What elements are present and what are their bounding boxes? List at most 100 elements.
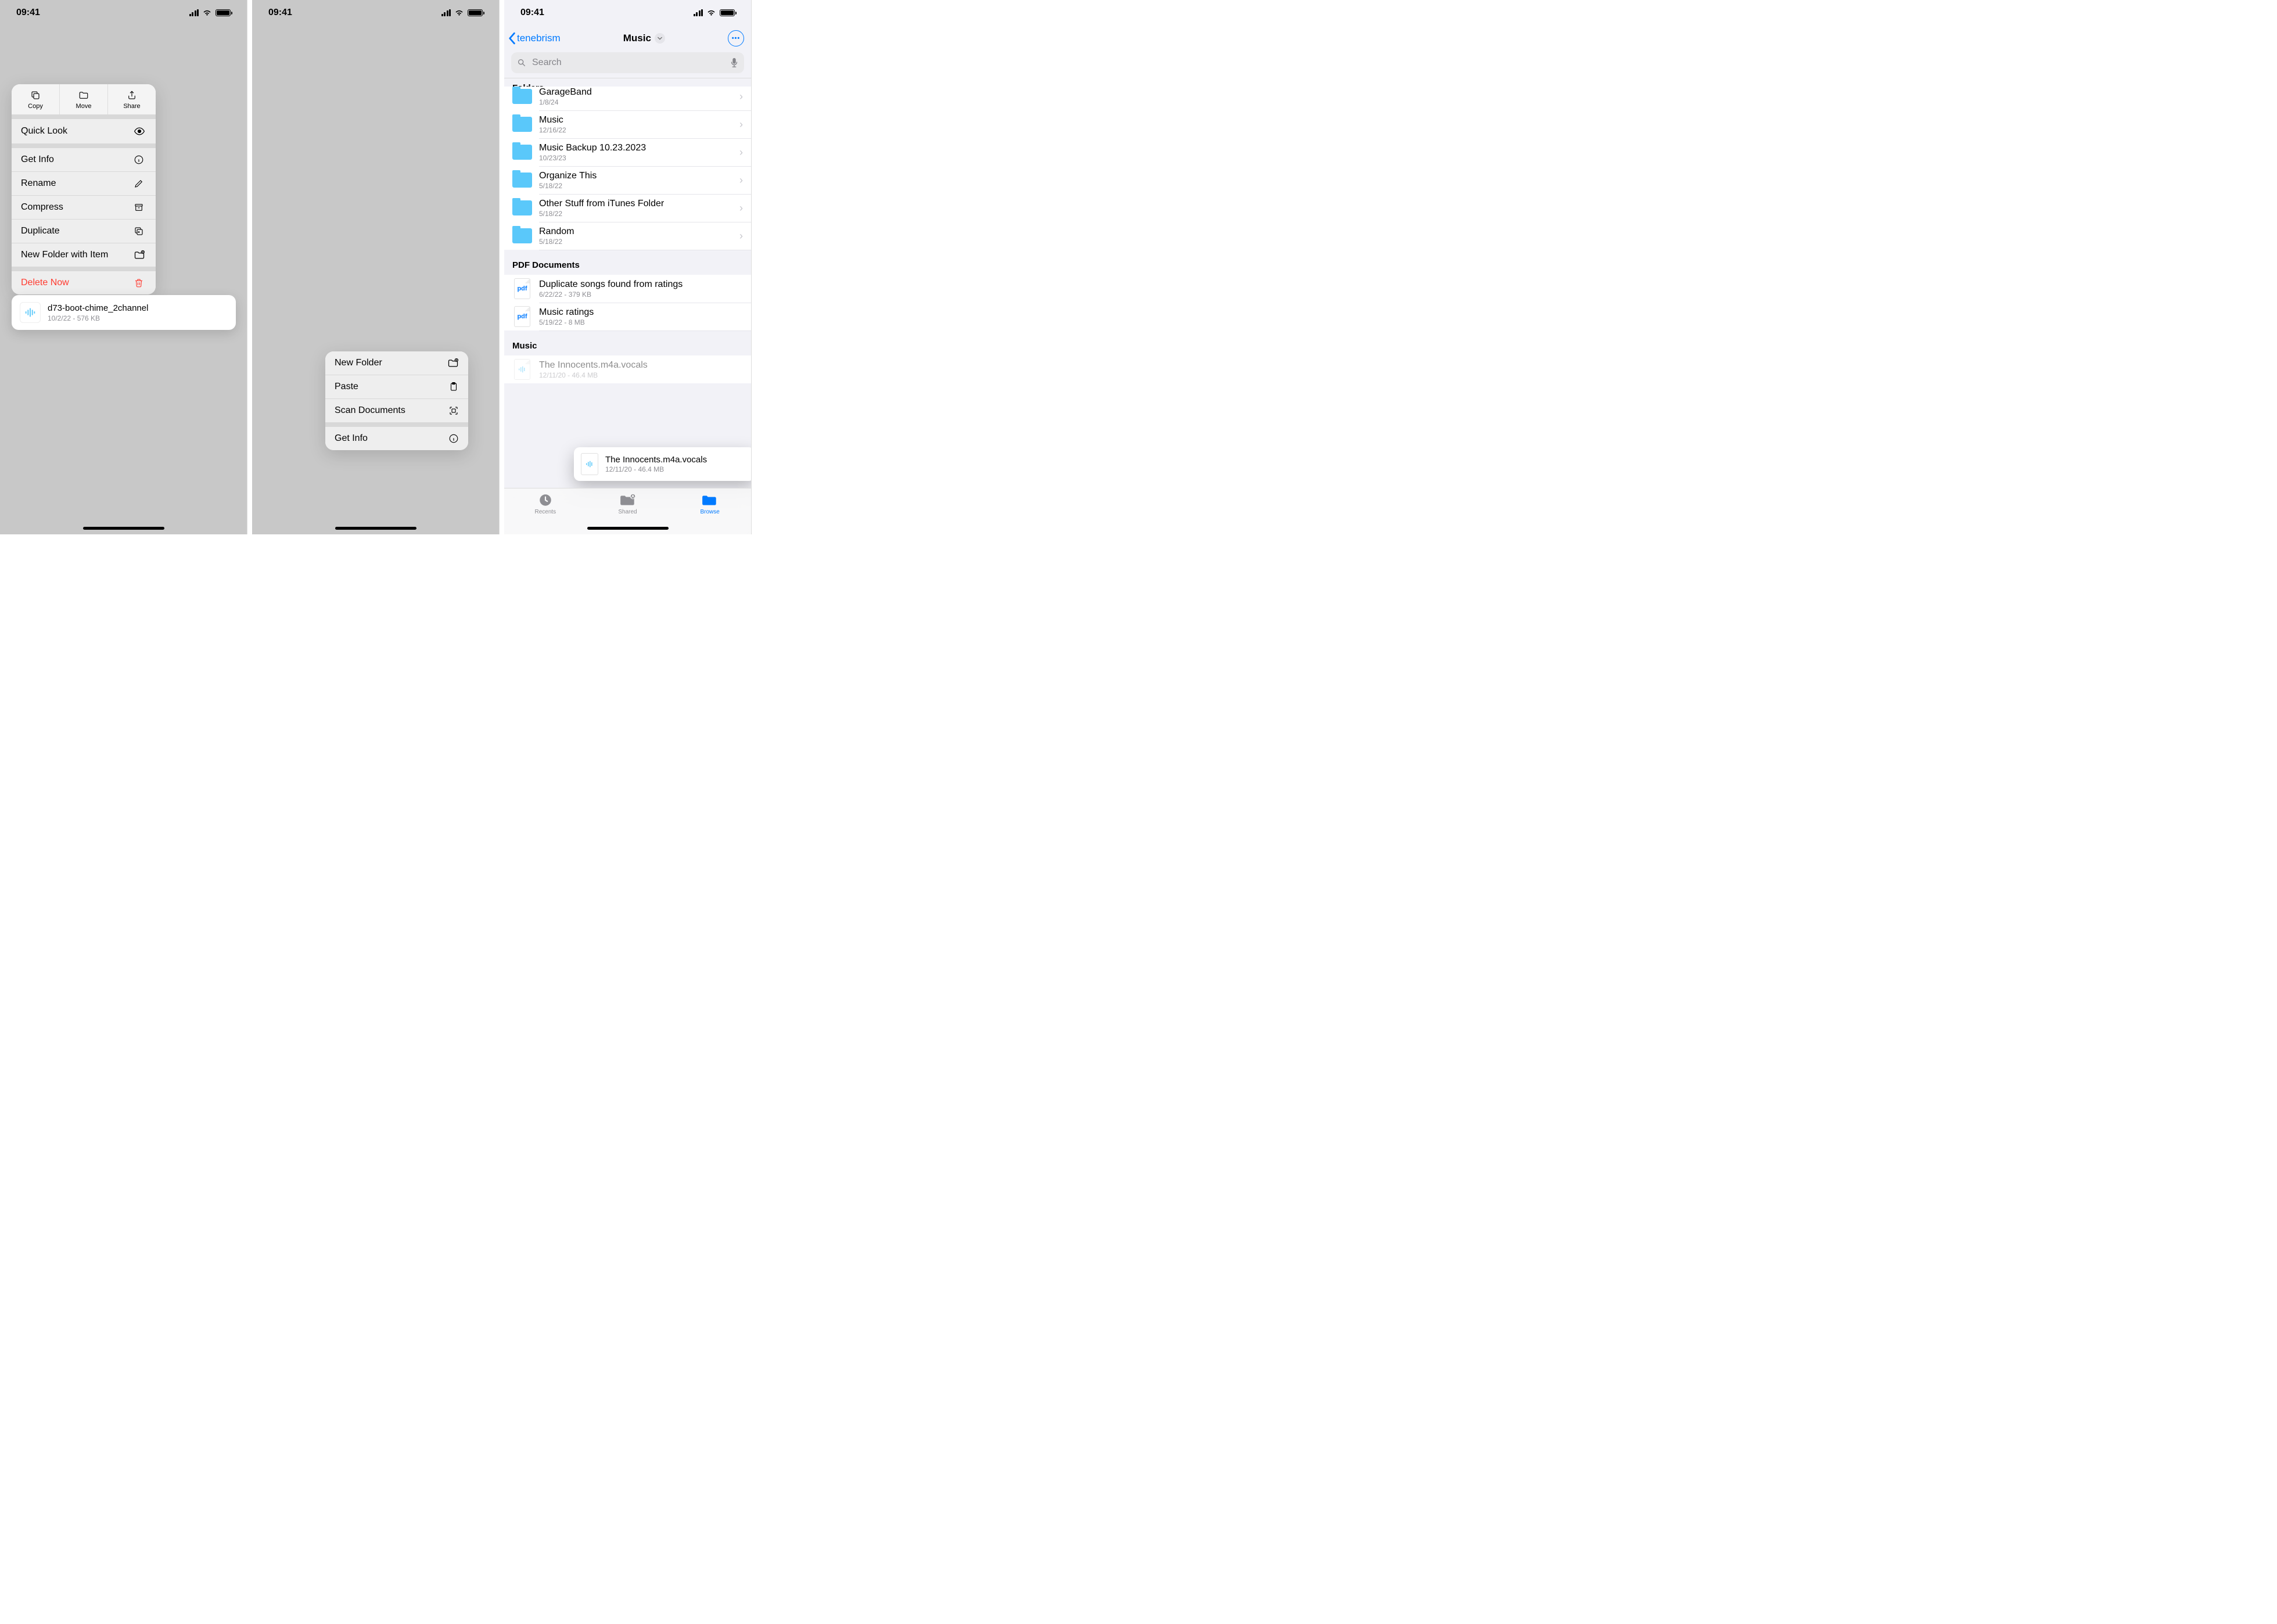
file-name: Duplicate songs found from ratings bbox=[539, 279, 743, 290]
home-indicator[interactable] bbox=[335, 527, 416, 530]
nav-title[interactable]: Music bbox=[623, 33, 665, 44]
back-label: tenebrism bbox=[517, 33, 561, 44]
rename-item[interactable]: Rename bbox=[12, 171, 156, 195]
info-icon bbox=[134, 155, 146, 165]
cellular-icon bbox=[694, 9, 703, 16]
get-info-label: Get Info bbox=[335, 433, 368, 444]
nav-bar: tenebrism Music ••• bbox=[504, 26, 751, 51]
share-label: Share bbox=[123, 103, 140, 110]
dragged-file-card[interactable]: The Innocents.m4a.vocals 12/11/20 - 46.4… bbox=[574, 447, 752, 481]
folder-icon bbox=[512, 226, 532, 246]
duplicate-item[interactable]: Duplicate bbox=[12, 219, 156, 243]
quick-look-item[interactable]: Quick Look bbox=[12, 118, 156, 143]
back-button[interactable]: tenebrism bbox=[508, 32, 561, 45]
music-list[interactable]: The Innocents.m4a.vocals 12/11/20 - 46.4… bbox=[504, 355, 751, 383]
folder-row[interactable]: GarageBand 1/8/24 › bbox=[504, 87, 751, 110]
search-bar[interactable] bbox=[511, 52, 744, 73]
folder-date: 1/8/24 bbox=[539, 98, 730, 106]
share-button[interactable]: Share bbox=[108, 84, 156, 114]
folder-icon bbox=[512, 114, 532, 134]
get-info-item[interactable]: Get Info bbox=[325, 426, 468, 450]
status-bar: 09:41 bbox=[252, 0, 499, 26]
search-input[interactable] bbox=[531, 57, 726, 69]
file-row[interactable]: pdf Music ratings 5/19/22 - 8 MB bbox=[504, 303, 751, 330]
wifi-icon bbox=[202, 9, 212, 16]
context-toolbar: Copy Move Share bbox=[12, 84, 156, 114]
get-info-label: Get Info bbox=[21, 155, 54, 165]
quick-look-label: Quick Look bbox=[21, 126, 67, 136]
get-info-item[interactable]: Get Info bbox=[12, 148, 156, 171]
move-button[interactable]: Move bbox=[60, 84, 108, 114]
folder-row[interactable]: Random 5/18/22 › bbox=[504, 222, 751, 250]
chevron-left-icon bbox=[508, 32, 516, 45]
status-time: 09:41 bbox=[268, 8, 292, 18]
folder-name: GarageBand bbox=[539, 87, 730, 98]
file-name: Music ratings bbox=[539, 307, 743, 318]
folder-name: Music Backup 10.23.2023 bbox=[539, 143, 730, 153]
drag-file-meta: 12/11/20 - 46.4 MB bbox=[605, 465, 707, 473]
chevron-right-icon: › bbox=[737, 91, 743, 103]
tab-label: Browse bbox=[701, 509, 720, 515]
empty-area-context-menu: New Folder Paste Scan Documents Get Info bbox=[325, 351, 468, 450]
delete-now-item[interactable]: Delete Now bbox=[12, 271, 156, 294]
folder-icon bbox=[512, 87, 532, 106]
tab-label: Shared bbox=[618, 509, 637, 515]
screenshot-files-browser: 09:41 tenebrism Music ••• Folders bbox=[504, 0, 752, 534]
file-name: d73-boot-chime_2channel bbox=[48, 303, 148, 313]
pdf-list[interactable]: pdf Duplicate songs found from ratings 6… bbox=[504, 275, 751, 330]
status-indicators bbox=[694, 9, 735, 16]
clipboard-icon bbox=[448, 382, 459, 392]
file-context-menu: Copy Move Share Quick Look bbox=[12, 84, 156, 294]
new-folder-with-item-label: New Folder with Item bbox=[21, 250, 108, 260]
new-folder-with-item[interactable]: New Folder with Item bbox=[12, 243, 156, 267]
folder-date: 12/16/22 bbox=[539, 126, 730, 134]
folder-icon bbox=[512, 170, 532, 190]
pdf-file-icon: pdf bbox=[512, 307, 532, 326]
new-folder-item[interactable]: New Folder bbox=[325, 351, 468, 375]
file-meta: 10/2/22 - 576 KB bbox=[48, 314, 148, 322]
selected-file-card[interactable]: d73-boot-chime_2channel 10/2/22 - 576 KB bbox=[12, 295, 236, 330]
battery-icon bbox=[468, 9, 483, 16]
chevron-down-icon bbox=[655, 33, 665, 44]
chevron-right-icon: › bbox=[737, 146, 743, 159]
move-label: Move bbox=[76, 103, 92, 110]
chevron-right-icon: › bbox=[737, 230, 743, 242]
folder-plus-icon bbox=[134, 250, 146, 260]
file-meta: 12/11/20 - 46.4 MB bbox=[539, 371, 743, 379]
wifi-icon bbox=[706, 9, 716, 16]
folders-list[interactable]: GarageBand 1/8/24 › Music 12/16/22 › Mus… bbox=[504, 87, 751, 250]
clock-icon bbox=[538, 493, 553, 507]
audio-file-icon bbox=[581, 453, 598, 475]
folder-row[interactable]: Music Backup 10.23.2023 10/23/23 › bbox=[504, 138, 751, 166]
file-row[interactable]: pdf Duplicate songs found from ratings 6… bbox=[504, 275, 751, 303]
folder-row[interactable]: Music 12/16/22 › bbox=[504, 110, 751, 138]
paste-item[interactable]: Paste bbox=[325, 375, 468, 398]
trash-icon bbox=[134, 278, 146, 288]
home-indicator[interactable] bbox=[587, 527, 669, 530]
audio-file-icon bbox=[512, 360, 532, 379]
copy-button[interactable]: Copy bbox=[12, 84, 60, 114]
duplicate-label: Duplicate bbox=[21, 226, 60, 236]
tab-recents[interactable]: Recents bbox=[504, 493, 587, 534]
folder-row[interactable]: Other Stuff from iTunes Folder 5/18/22 › bbox=[504, 194, 751, 222]
microphone-icon[interactable] bbox=[730, 58, 738, 68]
folder-name: Music bbox=[539, 115, 730, 125]
compress-item[interactable]: Compress bbox=[12, 195, 156, 219]
more-options-button[interactable]: ••• bbox=[728, 30, 744, 46]
search-icon bbox=[517, 58, 526, 67]
folder-date: 5/18/22 bbox=[539, 238, 730, 246]
copy-label: Copy bbox=[28, 103, 43, 110]
home-indicator[interactable] bbox=[83, 527, 164, 530]
paste-label: Paste bbox=[335, 382, 358, 392]
duplicate-icon bbox=[134, 226, 146, 236]
file-row-ghost[interactable]: The Innocents.m4a.vocals 12/11/20 - 46.4… bbox=[504, 355, 751, 383]
shared-folder-icon bbox=[619, 493, 637, 507]
tab-browse[interactable]: Browse bbox=[669, 493, 751, 534]
scan-documents-item[interactable]: Scan Documents bbox=[325, 398, 468, 422]
pdf-file-icon: pdf bbox=[512, 279, 532, 299]
file-meta: 6/22/22 - 379 KB bbox=[539, 290, 743, 299]
folder-row[interactable]: Organize This 5/18/22 › bbox=[504, 166, 751, 194]
nav-title-label: Music bbox=[623, 33, 651, 44]
folder-icon bbox=[512, 142, 532, 162]
status-bar: 09:41 bbox=[504, 0, 751, 26]
